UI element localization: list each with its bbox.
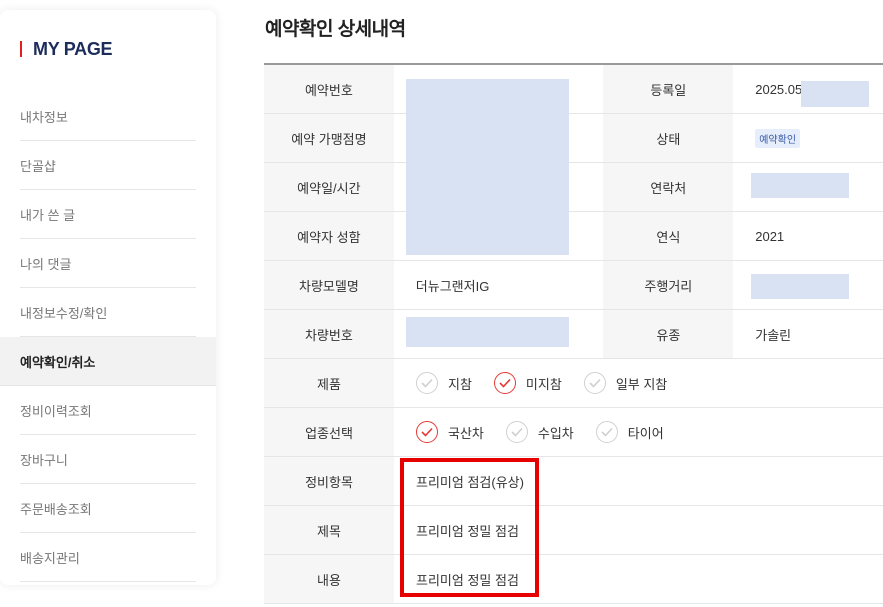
check-circle-icon[interactable] <box>493 372 516 394</box>
car-model-text: 더뉴그랜저IG <box>415 278 490 294</box>
table-row: 예약자 성함 연식 2021 <box>264 212 883 261</box>
sidebar-item-service-history[interactable]: 정비이력조회 <box>20 386 196 435</box>
value-car-model: 더뉴그랜저IG <box>394 261 604 309</box>
check-circle-icon[interactable] <box>595 421 618 443</box>
redacted-block <box>751 173 850 198</box>
value-model-year: 2021 <box>733 212 883 260</box>
product-option-label: 일부 지참 <box>615 376 668 392</box>
business-options: 국산차 수입차 타이어 <box>394 408 883 456</box>
business-option-domestic[interactable]: 국산차 <box>416 421 484 443</box>
value-contact <box>733 163 883 211</box>
label-registered-date: 등록일 <box>603 65 734 113</box>
sidebar-item-my-comments[interactable]: 나의 댓글 <box>20 239 196 288</box>
redacted-block <box>751 274 850 299</box>
sidebar-item-reservations[interactable]: 예약확인/취소 <box>0 337 216 386</box>
check-circle-icon[interactable] <box>505 421 528 443</box>
label-store-name: 예약 가맹점명 <box>264 114 394 162</box>
sidebar-title: MY PAGE <box>20 38 113 60</box>
product-option-label: 지참 <box>448 376 472 392</box>
table-row: 제목 프리미엄 정밀 점검 <box>264 506 883 555</box>
label-reserver-name: 예약자 성함 <box>264 212 394 260</box>
label-business-type: 업종선택 <box>264 408 394 456</box>
table-row: 차량모델명 더뉴그랜저IG 주행거리 <box>264 261 883 310</box>
product-options: 지참 미지참 일부 지참 <box>394 359 883 407</box>
sidebar-item-order-tracking[interactable]: 주문배송조회 <box>20 484 196 533</box>
redacted-block-large <box>406 79 569 255</box>
product-option-partial[interactable]: 일부 지참 <box>583 372 668 394</box>
highlight-annotation-box <box>400 458 539 597</box>
model-year-text: 2021 <box>755 228 785 244</box>
label-car-number: 차량번호 <box>264 310 394 358</box>
sidebar-menu: 내차정보 단골샵 내가 쓴 글 나의 댓글 내정보수정/확인 예약확인/취소 정… <box>0 92 216 582</box>
label-contact: 연락처 <box>603 163 734 211</box>
business-option-label: 타이어 <box>627 425 664 441</box>
reservation-detail-table: 예약번호 등록일 2025.05. 예약 가맹점명 상태 예약확인 예약일/시간… <box>264 63 883 604</box>
value-fuel: 가솔린 <box>733 310 883 358</box>
table-row: 제품 지참 미지참 일부 지참 <box>264 359 883 408</box>
status-badge: 예약확인 <box>755 128 801 148</box>
label-status: 상태 <box>603 114 734 162</box>
label-model-year: 연식 <box>603 212 734 260</box>
business-option-imported[interactable]: 수입차 <box>505 421 574 443</box>
label-fuel: 유종 <box>603 310 734 358</box>
label-service-item: 정비항목 <box>264 457 394 505</box>
check-circle-icon[interactable] <box>583 372 606 394</box>
business-option-label: 수입차 <box>537 425 574 441</box>
table-row: 예약일/시간 연락처 <box>264 163 883 212</box>
table-row: 정비항목 프리미엄 점검(유상) <box>264 457 883 506</box>
sidebar-item-car-info[interactable]: 내차정보 <box>20 92 196 141</box>
business-option-label: 국산차 <box>448 425 484 441</box>
table-row: 예약 가맹점명 상태 예약확인 <box>264 114 883 163</box>
title-accent-bar <box>20 41 22 57</box>
business-option-tire[interactable]: 타이어 <box>595 421 664 443</box>
check-circle-icon[interactable] <box>416 421 438 443</box>
sidebar-title-text: MY PAGE <box>33 38 113 59</box>
sidebar: MY PAGE 내차정보 단골샵 내가 쓴 글 나의 댓글 내정보수정/확인 예… <box>0 10 216 585</box>
redacted-block <box>405 317 569 347</box>
label-product: 제품 <box>264 359 394 407</box>
product-option-not-bring[interactable]: 미지참 <box>493 372 562 394</box>
table-row: 차량번호 유종 가솔린 <box>264 310 883 359</box>
label-mileage: 주행거리 <box>603 261 734 309</box>
sidebar-item-edit-profile[interactable]: 내정보수정/확인 <box>20 288 196 337</box>
sidebar-item-my-posts[interactable]: 내가 쓴 글 <box>20 190 196 239</box>
product-option-bring[interactable]: 지참 <box>416 372 472 394</box>
sidebar-item-address-book[interactable]: 배송지관리 <box>20 533 196 582</box>
table-row: 내용 프리미엄 정밀 점검 <box>264 555 883 604</box>
check-circle-icon[interactable] <box>416 372 438 394</box>
label-subject: 제목 <box>264 506 394 554</box>
value-car-number <box>394 310 604 358</box>
label-content: 내용 <box>264 555 394 603</box>
page-title: 예약확인 상세내역 <box>265 19 406 40</box>
value-status: 예약확인 <box>733 114 883 162</box>
value-registered-date: 2025.05. <box>733 65 883 113</box>
fuel-text: 가솔린 <box>755 327 792 343</box>
registered-date-text: 2025.05. <box>755 81 806 97</box>
product-option-label: 미지참 <box>525 376 562 392</box>
value-mileage <box>733 261 883 309</box>
sidebar-item-cart[interactable]: 장바구니 <box>20 435 196 484</box>
sidebar-item-favorite-shop[interactable]: 단골샵 <box>20 141 196 190</box>
table-row: 예약번호 등록일 2025.05. <box>264 65 883 114</box>
label-car-model: 차량모델명 <box>264 261 394 309</box>
label-reservation-number: 예약번호 <box>264 65 394 113</box>
label-datetime: 예약일/시간 <box>264 163 394 211</box>
redacted-block <box>801 81 870 107</box>
table-row: 업종선택 국산차 수입차 타이어 <box>264 408 883 457</box>
